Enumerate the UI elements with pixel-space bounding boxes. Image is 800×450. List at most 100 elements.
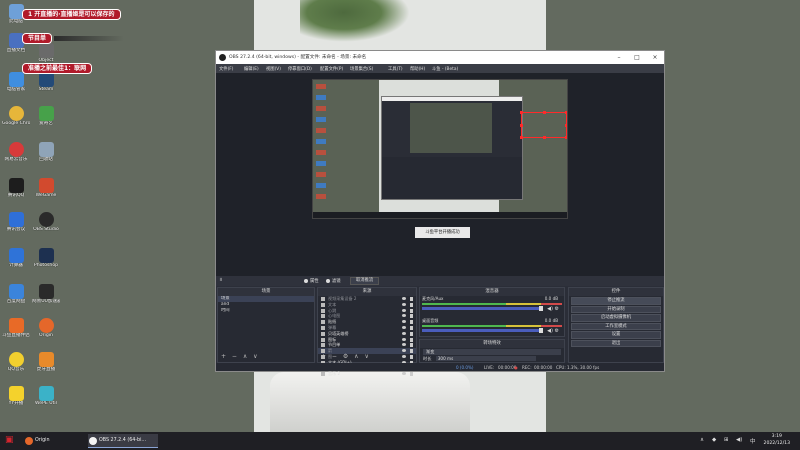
lock-icon[interactable]	[410, 331, 413, 336]
virtual-camera-button[interactable]: 启动虚拟摄像机	[571, 314, 661, 322]
lock-icon[interactable]	[410, 325, 413, 330]
network-icon[interactable]: ⊞	[724, 437, 729, 443]
minimize-icon[interactable]: –	[612, 52, 626, 63]
visibility-eye-icon[interactable]	[402, 308, 406, 312]
controls-title: 控件	[569, 288, 663, 296]
desktop-icon[interactable]: 计算器	[2, 248, 30, 268]
visibility-eye-icon[interactable]	[402, 337, 406, 341]
properties-tab[interactable]: 属性	[304, 278, 319, 284]
filters-tab[interactable]: 滤镜	[326, 278, 341, 284]
exit-button[interactable]: 退出	[571, 339, 661, 347]
lock-icon[interactable]	[410, 349, 413, 354]
ime-icon[interactable]: 中	[750, 437, 756, 445]
desktop-icon[interactable]: 电脑管家	[2, 72, 30, 92]
start-icon[interactable]: ▣	[5, 435, 14, 445]
shield-icon	[8, 72, 24, 87]
tray-expand-icon[interactable]: ∧	[700, 437, 704, 443]
menu-edit[interactable]: 编辑(E)	[244, 66, 259, 72]
wallpaper-pot	[270, 372, 470, 432]
settings-button[interactable]: 设置	[571, 331, 661, 339]
lock-icon[interactable]	[410, 314, 413, 319]
menu-view[interactable]: 视图(V)	[266, 66, 281, 72]
nested-taskbar	[313, 212, 567, 218]
lock-icon[interactable]	[410, 302, 413, 307]
menu-douyu-beta[interactable]: 斗鱼 - (Beta)	[432, 66, 458, 72]
desktop-icon[interactable]: 网易UU加速器	[32, 284, 60, 304]
volume-slider[interactable]	[422, 306, 543, 311]
desktop-icon[interactable]: Photoshop	[32, 248, 60, 268]
desktop-icon[interactable]: 虎牙直播	[32, 352, 60, 372]
title-bar[interactable]: OBS 27.2.4 (64-bit, windows) - 配置文件: 未命名…	[216, 51, 664, 64]
scene-actions[interactable]: + − ∧ ∨	[221, 353, 260, 360]
start-recording-button[interactable]: 开始录制	[571, 305, 661, 313]
lock-icon[interactable]	[410, 308, 413, 313]
taskbar-app-origin[interactable]: Origin	[24, 434, 80, 448]
shield-icon[interactable]: ◆	[712, 437, 716, 443]
preview-canvas[interactable]: 斗鱼平台开播成功	[216, 73, 664, 276]
controls-dock: 控件 停止推流 开始录制 启动虚拟摄像机 工作室模式 设置 退出	[568, 287, 664, 363]
visibility-eye-icon[interactable]	[402, 297, 406, 300]
desktop-icon[interactable]: 腾讯QQ	[2, 178, 30, 198]
source-type-icon	[321, 331, 325, 336]
menu-scene-collection[interactable]: 场景集合(S)	[350, 66, 373, 72]
desktop-icon[interactable]: 腾讯会议	[2, 212, 30, 232]
maximize-icon[interactable]: □	[630, 52, 644, 63]
desktop-icon[interactable]: YY开播	[2, 386, 30, 406]
desktop-icon[interactable]: WePE Util	[32, 386, 60, 406]
studio-mode-button[interactable]: 工作室模式	[571, 322, 661, 330]
nested-screen-capture	[312, 79, 568, 219]
desktop-icon[interactable]: Google Chrome	[2, 106, 30, 126]
taskbar-app-obs[interactable]: OBS 27.2.4 (64-bi...	[88, 434, 158, 448]
visibility-eye-icon[interactable]	[402, 314, 406, 318]
cloud-icon	[8, 284, 24, 299]
desktop-icon[interactable]: 回收站	[32, 142, 60, 162]
desktop-icon[interactable]: 百度网盘	[2, 284, 30, 304]
speaker-icon[interactable]: ◀) ⚙	[547, 306, 559, 312]
volume-icon[interactable]: ◀)	[736, 437, 742, 443]
visibility-eye-icon[interactable]	[402, 331, 406, 335]
visibility-eye-icon[interactable]	[402, 325, 406, 329]
visibility-eye-icon[interactable]	[402, 349, 406, 353]
desktop-icon[interactable]: 爱奇艺	[32, 106, 60, 126]
desktop-icon[interactable]: Object	[32, 43, 60, 63]
stop-streaming-button[interactable]: 停止推流	[571, 297, 661, 305]
visibility-eye-icon[interactable]	[402, 354, 406, 358]
desktop-icon[interactable]: Origin	[32, 318, 60, 338]
source-actions[interactable]: + − ⚙ ∧ ∨	[321, 353, 371, 360]
desktop-icon[interactable]: 网易云音乐	[2, 142, 30, 162]
desktop-icon[interactable]: Steam	[32, 72, 60, 92]
clock[interactable]: 3:19 2022/12/13	[764, 434, 790, 447]
lock-icon[interactable]	[410, 343, 413, 348]
scene-item[interactable]: 时间	[218, 308, 314, 314]
wegame-icon	[38, 178, 54, 193]
lock-icon[interactable]	[410, 320, 413, 325]
transitions-title: 转场特效	[420, 340, 564, 348]
lock-icon[interactable]	[410, 297, 413, 301]
source-item[interactable]: 音乐 2	[318, 371, 416, 377]
close-icon[interactable]: ×	[648, 52, 662, 63]
lock-icon[interactable]	[410, 337, 413, 342]
visibility-eye-icon[interactable]	[402, 320, 406, 324]
pause-icon[interactable]: ॥	[219, 277, 222, 283]
lock-icon[interactable]	[410, 372, 413, 377]
volume-slider[interactable]	[422, 328, 543, 333]
menu-file[interactable]: 文件(F)	[219, 66, 233, 72]
desktop-icon[interactable]: QQ音乐	[2, 352, 30, 372]
transition-select[interactable]: 渐变	[423, 349, 561, 355]
cancel-stream-button[interactable]: 取消推流	[350, 277, 380, 285]
menu-tools[interactable]: 工具(T)	[388, 66, 403, 72]
duration-input[interactable]: 300 ms	[435, 356, 536, 361]
visibility-eye-icon[interactable]	[402, 372, 406, 376]
desktop-icon[interactable]: 斗鱼直播伴侣	[2, 318, 30, 338]
lock-icon[interactable]	[410, 354, 413, 359]
menu-help[interactable]: 帮助(H)	[410, 66, 425, 72]
visibility-eye-icon[interactable]	[402, 302, 406, 306]
menu-profile[interactable]: 配置文件(P)	[320, 66, 343, 72]
speaker-icon[interactable]: ◀) ⚙	[547, 328, 559, 334]
selection-box[interactable]	[520, 111, 567, 139]
menu-docks[interactable]: 停靠窗口(D)	[288, 66, 312, 72]
desktop-icon[interactable]: WeGame	[32, 178, 60, 198]
duration-label: 时长	[423, 356, 432, 361]
visibility-eye-icon[interactable]	[402, 343, 406, 347]
desktop-icon[interactable]: OBS Studio	[32, 212, 60, 232]
